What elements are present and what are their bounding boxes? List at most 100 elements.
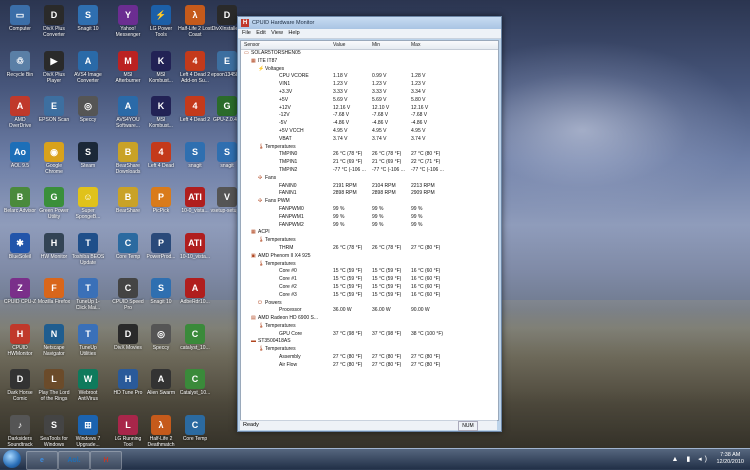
sensor-row[interactable]: +12V 12.16 V 12.10 V 12.16 V <box>241 105 498 113</box>
desktop-icon[interactable]: B Belarc Advisor <box>3 185 37 229</box>
desktop-icon[interactable]: C Catalyst_10... <box>178 367 212 411</box>
sensor-row[interactable]: TMPIN0 26 °C (78 °F) 26 °C (78 °F) 27 °C (8… <box>241 151 498 159</box>
sensor-row[interactable]: THRM 26 °C (78 °F) 26 °C (78 °F) 27 °C (80 … <box>241 245 498 253</box>
menu-file[interactable]: File <box>242 29 251 38</box>
desktop-icon[interactable]: G Green Power Utility <box>37 185 71 229</box>
menu-edit[interactable]: Edit <box>256 29 265 38</box>
sensor-row[interactable]: ▤ AMD Radeon HD 6900 S... <box>241 315 498 323</box>
desktop-icon[interactable]: P PowerProd... <box>144 231 178 275</box>
sensor-row[interactable]: -12V -7.68 V -7.68 V -7.68 V <box>241 112 498 120</box>
desktop-icon[interactable]: A AVS4YOU Software... <box>111 94 145 138</box>
desktop-icon[interactable]: H HW Monitor <box>37 231 71 275</box>
sensor-row[interactable]: +5V VCCH 4.95 V 4.95 V 4.95 V <box>241 128 498 136</box>
sensor-row[interactable]: GPU Core 37 °C (98 °F) 37 °C (98 °F) 38 °C … <box>241 331 498 339</box>
desktop-icon[interactable]: E EPSON Scan <box>37 94 71 138</box>
desktop-icon[interactable]: W Webroot AntiVirus <box>71 367 105 411</box>
desktop-icon[interactable]: P PicPick <box>144 185 178 229</box>
desktop-icon[interactable]: S Snagit 10 <box>144 276 178 320</box>
sensor-row[interactable]: FANPWM1 99 % 99 % 99 % <box>241 214 498 222</box>
desktop-icon[interactable]: λ Half-Life 2 Lost Coast <box>178 3 212 47</box>
desktop-icon[interactable]: 4 Left 4 Dead 2 <box>178 94 212 138</box>
desktop-icon[interactable]: S Steam <box>71 140 105 184</box>
sensor-row[interactable]: ⚡ Voltages <box>241 66 498 74</box>
sensor-row[interactable]: ▦ ITE IT87 <box>241 58 498 66</box>
sensor-row[interactable]: +5V 5.69 V 5.69 V 5.80 V <box>241 97 498 105</box>
column-header-max[interactable]: Max <box>411 42 420 48</box>
desktop-icon[interactable]: L Play The Lord of the Rings <box>37 367 71 411</box>
desktop-icon[interactable]: K MSI Kombust... <box>144 94 178 138</box>
desktop-icon[interactable]: C CPUID Speed Pro <box>111 276 145 320</box>
clock[interactable]: 7:38 AM 12/20/2010 <box>716 452 744 466</box>
desktop-icon[interactable]: B BearShare <box>111 185 145 229</box>
menu-help[interactable]: Help <box>288 29 299 38</box>
system-tray[interactable]: ▲ ▮ ◂) <box>671 455 710 463</box>
desktop-icon[interactable]: Z CPUID CPU-Z <box>3 276 37 320</box>
sensor-row[interactable]: FANPWM2 99 % 99 % 99 % <box>241 222 498 230</box>
desktop-icon[interactable]: F Mozilla Firefox <box>37 276 71 320</box>
hwmonitor-window[interactable]: H CPUID Hardware Monitor File Edit View … <box>237 16 502 432</box>
desktop-icon[interactable]: S Snagit 10 <box>71 3 105 47</box>
sensor-row[interactable]: 🌡 Temperatures <box>241 261 498 269</box>
desktop-icon[interactable]: ☺ Super SpongeB... <box>71 185 105 229</box>
sensor-row[interactable]: FANIN1 2898 RPM 2898 RPM 2909 RPM <box>241 190 498 198</box>
desktop-icon[interactable]: ATI 10-0_vista... <box>178 185 212 229</box>
column-header-min[interactable]: Min <box>372 42 380 48</box>
desktop-icon[interactable]: Ao AOL 9.5 <box>3 140 37 184</box>
sensor-row[interactable]: Core #3 15 °C (59 °F) 15 °C (59 °F) 16 °C (… <box>241 292 498 300</box>
desktop-icon[interactable]: ▭ Computer <box>3 3 37 47</box>
desktop-icon[interactable]: ▶ DivX Plus Player <box>37 49 71 93</box>
sensor-row[interactable]: 🌡 Temperatures <box>241 323 498 331</box>
column-header-value[interactable]: Value <box>333 42 345 48</box>
sensor-row[interactable]: CPU VCORE 1.18 V 0.99 V 1.28 V <box>241 73 498 81</box>
desktop-icon[interactable]: ATI 10-10_vista... <box>178 231 212 275</box>
sensor-row[interactable]: ▣ AMD Phenom II X4 925 <box>241 253 498 261</box>
sensor-row[interactable]: VIN1 1.23 V 1.23 V 1.23 V <box>241 81 498 89</box>
desktop-icon[interactable]: H CPUID HWMonitor <box>3 322 37 366</box>
sensor-row[interactable]: 🌡 Temperatures <box>241 144 498 152</box>
desktop-icon[interactable]: B BearShare Downloads <box>111 140 145 184</box>
desktop-icon[interactable]: T TuneUp Utilities <box>71 322 105 366</box>
sensor-row[interactable]: 🌡 Temperatures <box>241 237 498 245</box>
sensor-row[interactable]: Core #1 15 °C (59 °F) 15 °C (59 °F) 16 °C (… <box>241 276 498 284</box>
desktop-icon[interactable]: Y Yahoo! Messenger <box>111 3 145 47</box>
sensor-row[interactable]: Assembly 27 °C (80 °F) 27 °C (80 °F) 27 °C … <box>241 354 498 362</box>
desktop-icon[interactable]: A AdbeRdr10... <box>178 276 212 320</box>
sensor-row[interactable]: Processor 36.00 W 36.00 W 90.00 W <box>241 307 498 315</box>
sensor-row[interactable]: ▦ ACPI <box>241 229 498 237</box>
desktop-icon[interactable]: C Core Temp <box>111 231 145 275</box>
sensor-row[interactable]: ⏻ Powers <box>241 300 498 308</box>
desktop-icon[interactable]: D DivX Plus Converter <box>37 3 71 47</box>
sensor-row[interactable]: ✣ Fans <box>241 175 498 183</box>
desktop-icon[interactable]: N Netscape Navigator <box>37 322 71 366</box>
sensor-row[interactable]: FANIN0 2191 RPM 2104 RPM 2213 RPM <box>241 183 498 191</box>
sensor-tree-table[interactable]: Sensor Value Min Max ▭ SOLAR5TORSHEN05 ▦ IT… <box>240 40 499 421</box>
hwmonitor-icon[interactable]: H <box>90 451 122 470</box>
column-header-sensor[interactable]: Sensor <box>244 42 260 48</box>
sensor-row[interactable]: TMPIN2 -77 °C (-106 ... -77 °C (-106 ... -7… <box>241 167 498 175</box>
desktop-icon[interactable]: M MSI Afterburner <box>111 49 145 93</box>
desktop-icon[interactable]: ⚡ LG Power Tools <box>144 3 178 47</box>
desktop-icon[interactable]: K MSI Kombust... <box>144 49 178 93</box>
desktop-icon[interactable]: 4 Left 4 Dead <box>144 140 178 184</box>
desktop-icon[interactable]: A AMD OverDrive <box>3 94 37 138</box>
window-titlebar[interactable]: H CPUID Hardware Monitor <box>238 17 501 29</box>
desktop-icon[interactable]: D DivX Movies <box>111 322 145 366</box>
sensor-row[interactable]: Core #2 15 °C (59 °F) 15 °C (59 °F) 16 °C (… <box>241 284 498 292</box>
menu-view[interactable]: View <box>271 29 283 38</box>
sensor-row[interactable]: ✣ Fans PWM <box>241 198 498 206</box>
sensor-row[interactable]: +3.3V 3.33 V 3.33 V 3.34 V <box>241 89 498 97</box>
desktop-icon[interactable]: Ssnagit <box>178 140 212 184</box>
desktop-icon[interactable]: ♲ Recycle Bin <box>3 49 37 93</box>
desktop-icon[interactable]: ✱ BlueSoleil <box>3 231 37 275</box>
sensor-row[interactable]: Air Flow 27 °C (80 °F) 27 °C (80 °F) 27 °C … <box>241 362 498 370</box>
desktop-icon[interactable]: ◎ Speccy <box>71 94 105 138</box>
desktop-icon[interactable]: T TuneUp 1-Click Mai... <box>71 276 105 320</box>
desktop-icon[interactable]: ◉ Google Chrome <box>37 140 71 184</box>
sensor-row[interactable]: VBAT 3.74 V 3.74 V 3.74 V <box>241 136 498 144</box>
desktop-icon[interactable]: Ccatalyst_10... <box>178 322 212 366</box>
desktop-icon[interactable]: H HD Tune Pro <box>111 367 145 411</box>
start-button[interactable] <box>3 450 21 468</box>
desktop-icon[interactable]: A AVS4 Image Converter <box>71 49 105 93</box>
desktop-icon[interactable]: D Dark Horse Comic <box>3 367 37 411</box>
sensor-row[interactable]: ▭ SOLAR5TORSHEN05 <box>241 50 498 58</box>
